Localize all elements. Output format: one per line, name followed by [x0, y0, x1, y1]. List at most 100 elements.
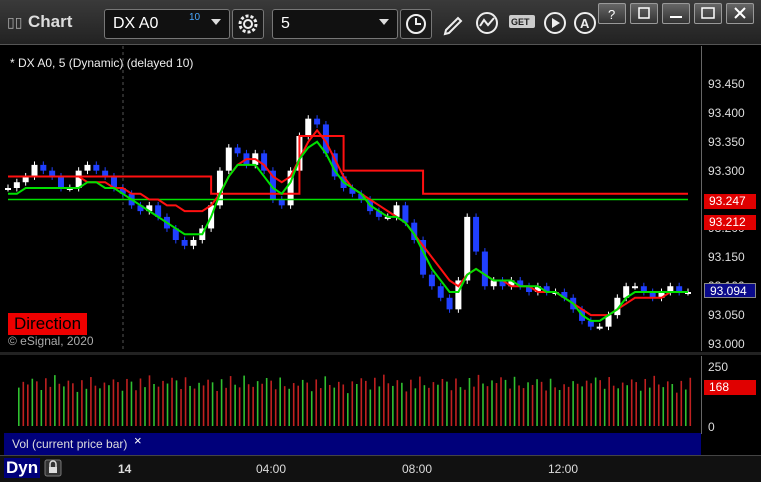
close-button[interactable] — [726, 3, 754, 24]
volume-bar — [468, 378, 471, 426]
volume-bar — [189, 385, 191, 426]
restore-button[interactable] — [630, 3, 658, 24]
time-axis[interactable]: Dyn 14 04:00 08:00 12:00 — [0, 455, 761, 482]
volume-bar — [103, 382, 106, 426]
volume-bar — [653, 375, 656, 426]
volume-bar — [333, 387, 336, 426]
maximize-button[interactable] — [694, 3, 722, 24]
volume-bar — [540, 381, 543, 426]
question-icon: ? — [608, 7, 615, 22]
volume-bar — [590, 383, 592, 426]
svg-text:GET: GET — [511, 17, 530, 27]
volume-bar — [626, 385, 628, 426]
volume-bar — [383, 374, 385, 426]
price-tick: 93.450 — [708, 77, 745, 91]
volume-bar — [356, 384, 358, 426]
volume-bar — [563, 384, 565, 426]
volume-bar — [392, 385, 394, 426]
dynamic-mode-button[interactable]: Dyn — [4, 458, 41, 478]
volume-bar — [432, 382, 435, 426]
time-tick: 12:00 — [548, 462, 579, 476]
symbol-input[interactable]: DX A0 10 — [104, 9, 230, 39]
volume-bar — [310, 391, 313, 426]
volume-bar — [76, 391, 79, 426]
volume-close-icon[interactable]: × — [134, 433, 142, 448]
volume-bar — [238, 387, 241, 426]
volume-bar — [346, 393, 349, 426]
volume-bar — [184, 377, 187, 426]
volume-bar — [63, 386, 65, 426]
volume-bar — [139, 378, 142, 426]
candle-body — [314, 118, 321, 125]
interval-select[interactable]: 5 — [272, 9, 398, 39]
volume-bar — [229, 376, 232, 426]
time-button[interactable] — [400, 9, 432, 39]
volume-bar — [635, 382, 638, 426]
volume-bar — [274, 389, 277, 426]
drag-grip-icon[interactable]: ▯▯ — [7, 14, 22, 30]
minimize-icon — [670, 16, 682, 18]
volume-label: Vol (current price bar) — [12, 437, 128, 451]
candle-body — [305, 118, 312, 136]
volume-bar — [247, 384, 250, 426]
volume-bar — [603, 388, 606, 426]
volume-bar — [319, 388, 322, 426]
volume-bar — [513, 376, 516, 426]
volume-bar — [576, 383, 579, 426]
chevron-down-icon[interactable] — [211, 19, 221, 25]
volume-axis[interactable]: 250 168 0 — [701, 356, 757, 434]
volume-bar — [81, 380, 83, 426]
direction-study-label[interactable]: Direction — [8, 313, 88, 335]
settings-button[interactable] — [232, 9, 264, 39]
volume-bar — [252, 386, 254, 426]
volume-bar — [265, 378, 268, 426]
volume-bar — [657, 384, 660, 426]
volume-bar — [486, 386, 489, 426]
volume-bar — [617, 388, 619, 426]
volume-bar — [572, 381, 574, 426]
candle-body — [40, 164, 47, 171]
pencil-icon[interactable] — [440, 10, 466, 36]
volume-bar — [117, 382, 119, 426]
help-button[interactable]: ? — [598, 3, 626, 24]
volume-bar — [581, 386, 583, 426]
window-title: Chart — [28, 12, 73, 31]
lock-icon[interactable] — [44, 459, 62, 477]
volume-bar — [22, 381, 25, 426]
get-data-icon[interactable]: GET — [508, 10, 538, 36]
volume-bar — [306, 382, 309, 426]
pane-separator[interactable] — [0, 352, 761, 355]
volume-bar — [40, 390, 43, 426]
close-icon — [734, 7, 746, 19]
minimize-button[interactable] — [662, 3, 690, 24]
volume-bar — [549, 378, 552, 426]
volume-bar — [482, 383, 484, 426]
candle-body — [57, 176, 64, 188]
volume-bar — [446, 381, 448, 426]
volume-bar — [374, 377, 376, 426]
title-bar: ▯▯ Chart DX A0 10 5 GET A ? — [0, 0, 761, 45]
alert-icon[interactable]: A — [572, 10, 598, 36]
volume-bar — [612, 385, 615, 426]
volume-bar — [351, 381, 354, 426]
chevron-down-icon[interactable] — [379, 19, 389, 25]
play-icon[interactable] — [542, 10, 568, 36]
volume-bar — [162, 380, 164, 426]
restore-icon — [638, 7, 650, 19]
volume-bar — [450, 390, 453, 426]
maximize-icon — [701, 7, 715, 19]
volume-bar — [175, 380, 178, 426]
volume-bar — [675, 392, 678, 426]
study-icon[interactable] — [474, 10, 500, 36]
price-pane[interactable] — [4, 46, 701, 351]
price-axis[interactable]: 93.45093.40093.35093.30093.25093.20093.1… — [701, 46, 757, 351]
price-tick: 93.150 — [708, 250, 745, 265]
volume-bar — [473, 386, 475, 426]
volume-bar — [256, 381, 259, 426]
volume-pane[interactable] — [4, 356, 701, 428]
volume-bar — [337, 381, 340, 426]
time-tick: 04:00 — [256, 462, 287, 476]
volume-bar — [301, 379, 304, 426]
volume-bar — [328, 384, 331, 426]
volume-bar — [477, 374, 480, 426]
